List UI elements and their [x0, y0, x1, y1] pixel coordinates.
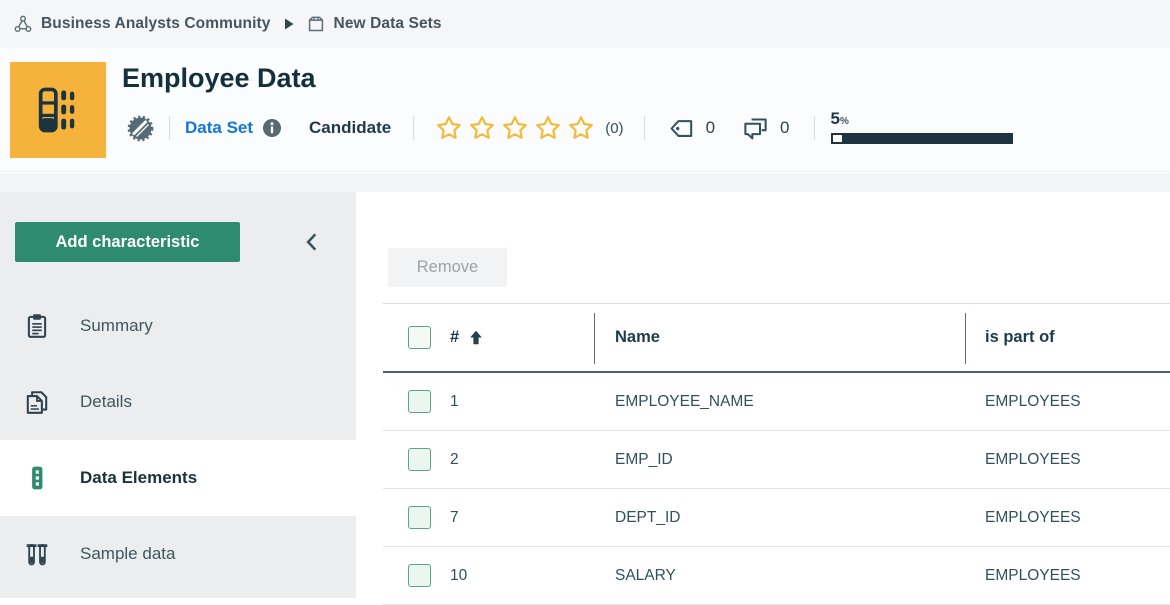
cell-name: EMP_ID [594, 431, 965, 488]
star-outline-icon [534, 114, 562, 142]
progress-label: 5% [831, 109, 849, 128]
pages-icon [24, 389, 50, 415]
sidebar-item-label: Data Elements [80, 468, 197, 488]
column-header-index[interactable]: # [450, 328, 484, 347]
star-outline-icon [567, 114, 595, 142]
row-checkbox[interactable] [408, 448, 431, 471]
table-row: 10 SALARY EMPLOYEES [383, 547, 1170, 605]
column-header-is-part-of[interactable]: is part of [965, 304, 1170, 371]
comments-count: 0 [780, 118, 789, 138]
divider [814, 116, 815, 140]
sort-ascending-icon [468, 329, 484, 346]
status-badge-icon [127, 115, 154, 142]
comments-icon [742, 115, 769, 142]
star-outline-icon [468, 114, 496, 142]
cell-is-part-of: EMPLOYEES [965, 547, 1170, 604]
cell-index: 1 [450, 373, 594, 430]
cell-name: EMPLOYEE_NAME [594, 373, 965, 430]
breadcrumb-item-community[interactable]: Business Analysts Community [13, 14, 271, 34]
table-row: 1 EMPLOYEE_NAME EMPLOYEES [383, 373, 1170, 431]
chevron-left-icon [302, 231, 322, 253]
breadcrumb-label: New Data Sets [334, 15, 442, 33]
cell-is-part-of: EMPLOYEES [965, 489, 1170, 546]
test-tubes-icon [24, 541, 50, 567]
cell-index: 7 [450, 489, 594, 546]
sidebar-item-sample-data[interactable]: Sample data [0, 516, 356, 592]
sidebar-item-label: Sample data [80, 544, 175, 564]
community-icon [13, 14, 33, 34]
tags-count: 0 [706, 118, 715, 138]
rating-count: (0) [605, 120, 623, 137]
remove-button[interactable]: Remove [388, 248, 507, 287]
select-all-checkbox[interactable] [408, 326, 431, 349]
divider [169, 116, 170, 140]
divider [644, 116, 645, 140]
data-elements-panel: Remove # Name [356, 192, 1170, 598]
sidebar: Add characteristic [0, 192, 356, 598]
sidebar-item-details[interactable]: Details [0, 364, 356, 440]
info-icon[interactable] [262, 118, 282, 138]
completeness-progress: 5% [831, 110, 1013, 144]
asset-header: Employee Data Data Set Candidate [0, 48, 1170, 172]
data-elements-table: # Name is part of [383, 303, 1170, 605]
tags-counter[interactable]: 0 [668, 115, 715, 142]
row-checkbox[interactable] [408, 506, 431, 529]
table-row: 7 DEPT_ID EMPLOYEES [383, 489, 1170, 547]
asset-type-label[interactable]: Data Set [185, 118, 253, 138]
table-header-row: # Name is part of [383, 304, 1170, 373]
cell-index: 10 [450, 547, 594, 604]
progress-bar-fill [833, 135, 842, 142]
breadcrumb-item-new-data-sets[interactable]: New Data Sets [306, 14, 442, 34]
rating-stars[interactable] [435, 114, 595, 142]
row-checkbox[interactable] [408, 564, 431, 587]
clipboard-icon [24, 313, 50, 339]
progress-bar [831, 133, 1013, 144]
table-row: 2 EMP_ID EMPLOYEES [383, 431, 1170, 489]
cell-name: DEPT_ID [594, 489, 965, 546]
data-set-collection-icon [306, 14, 326, 34]
column-header-name[interactable]: Name [594, 304, 965, 371]
divider [413, 116, 414, 140]
data-column-icon [24, 465, 50, 491]
star-outline-icon [435, 114, 463, 142]
tag-icon [668, 115, 695, 142]
data-set-tile-icon [10, 62, 106, 158]
add-characteristic-button[interactable]: Add characteristic [15, 222, 240, 262]
star-outline-icon [501, 114, 529, 142]
row-checkbox[interactable] [408, 390, 431, 413]
page-title: Employee Data [122, 61, 1170, 95]
body: Add characteristic [0, 173, 1170, 598]
comments-counter[interactable]: 0 [742, 115, 789, 142]
sidebar-item-label: Details [80, 392, 132, 412]
sidebar-item-summary[interactable]: Summary [0, 288, 356, 364]
cell-name: SALARY [594, 547, 965, 604]
cell-index: 2 [450, 431, 594, 488]
breadcrumb-label: Business Analysts Community [41, 15, 271, 33]
sidebar-item-data-elements[interactable]: Data Elements [0, 440, 356, 516]
breadcrumb: Business Analysts Community New Data Set… [0, 0, 1170, 48]
cell-is-part-of: EMPLOYEES [965, 373, 1170, 430]
cell-is-part-of: EMPLOYEES [965, 431, 1170, 488]
sidebar-item-label: Summary [80, 316, 153, 336]
caret-right-icon [285, 18, 294, 30]
collapse-sidebar-button[interactable] [302, 231, 322, 253]
status-label: Candidate [309, 118, 391, 138]
